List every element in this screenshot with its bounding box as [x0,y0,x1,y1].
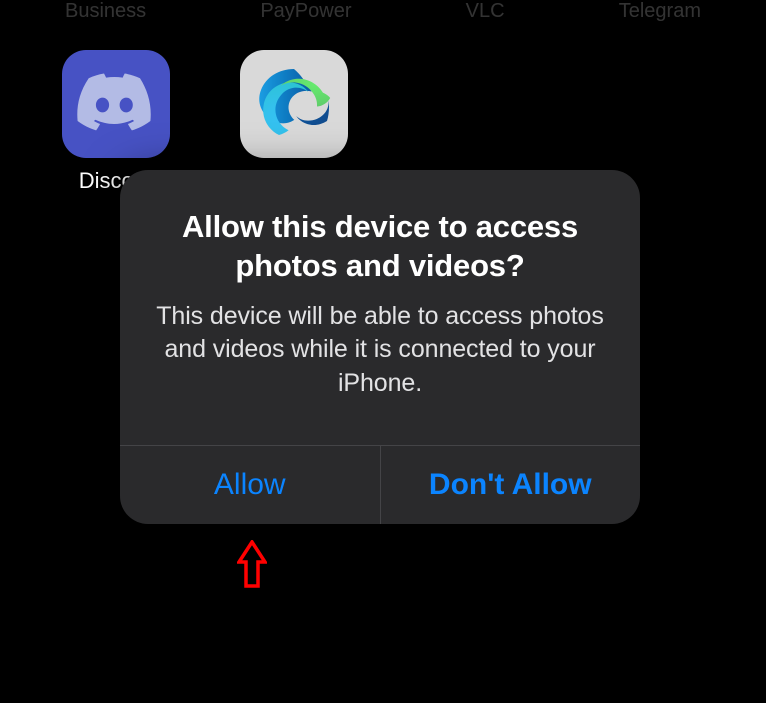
dont-allow-button[interactable]: Don't Allow [380,446,641,524]
arrow-annotation-icon [237,540,267,590]
alert-overlay: Allow this device to access photos and v… [0,0,766,703]
alert-buttons: Allow Don't Allow [120,445,640,524]
home-screen: Business PayPower VLC Telegram Discord [0,0,766,703]
alert-title: Allow this device to access photos and v… [154,208,606,286]
permission-alert: Allow this device to access photos and v… [120,170,640,524]
allow-button[interactable]: Allow [120,446,380,524]
alert-message: This device will be able to access photo… [154,300,606,401]
alert-body: Allow this device to access photos and v… [120,170,640,445]
